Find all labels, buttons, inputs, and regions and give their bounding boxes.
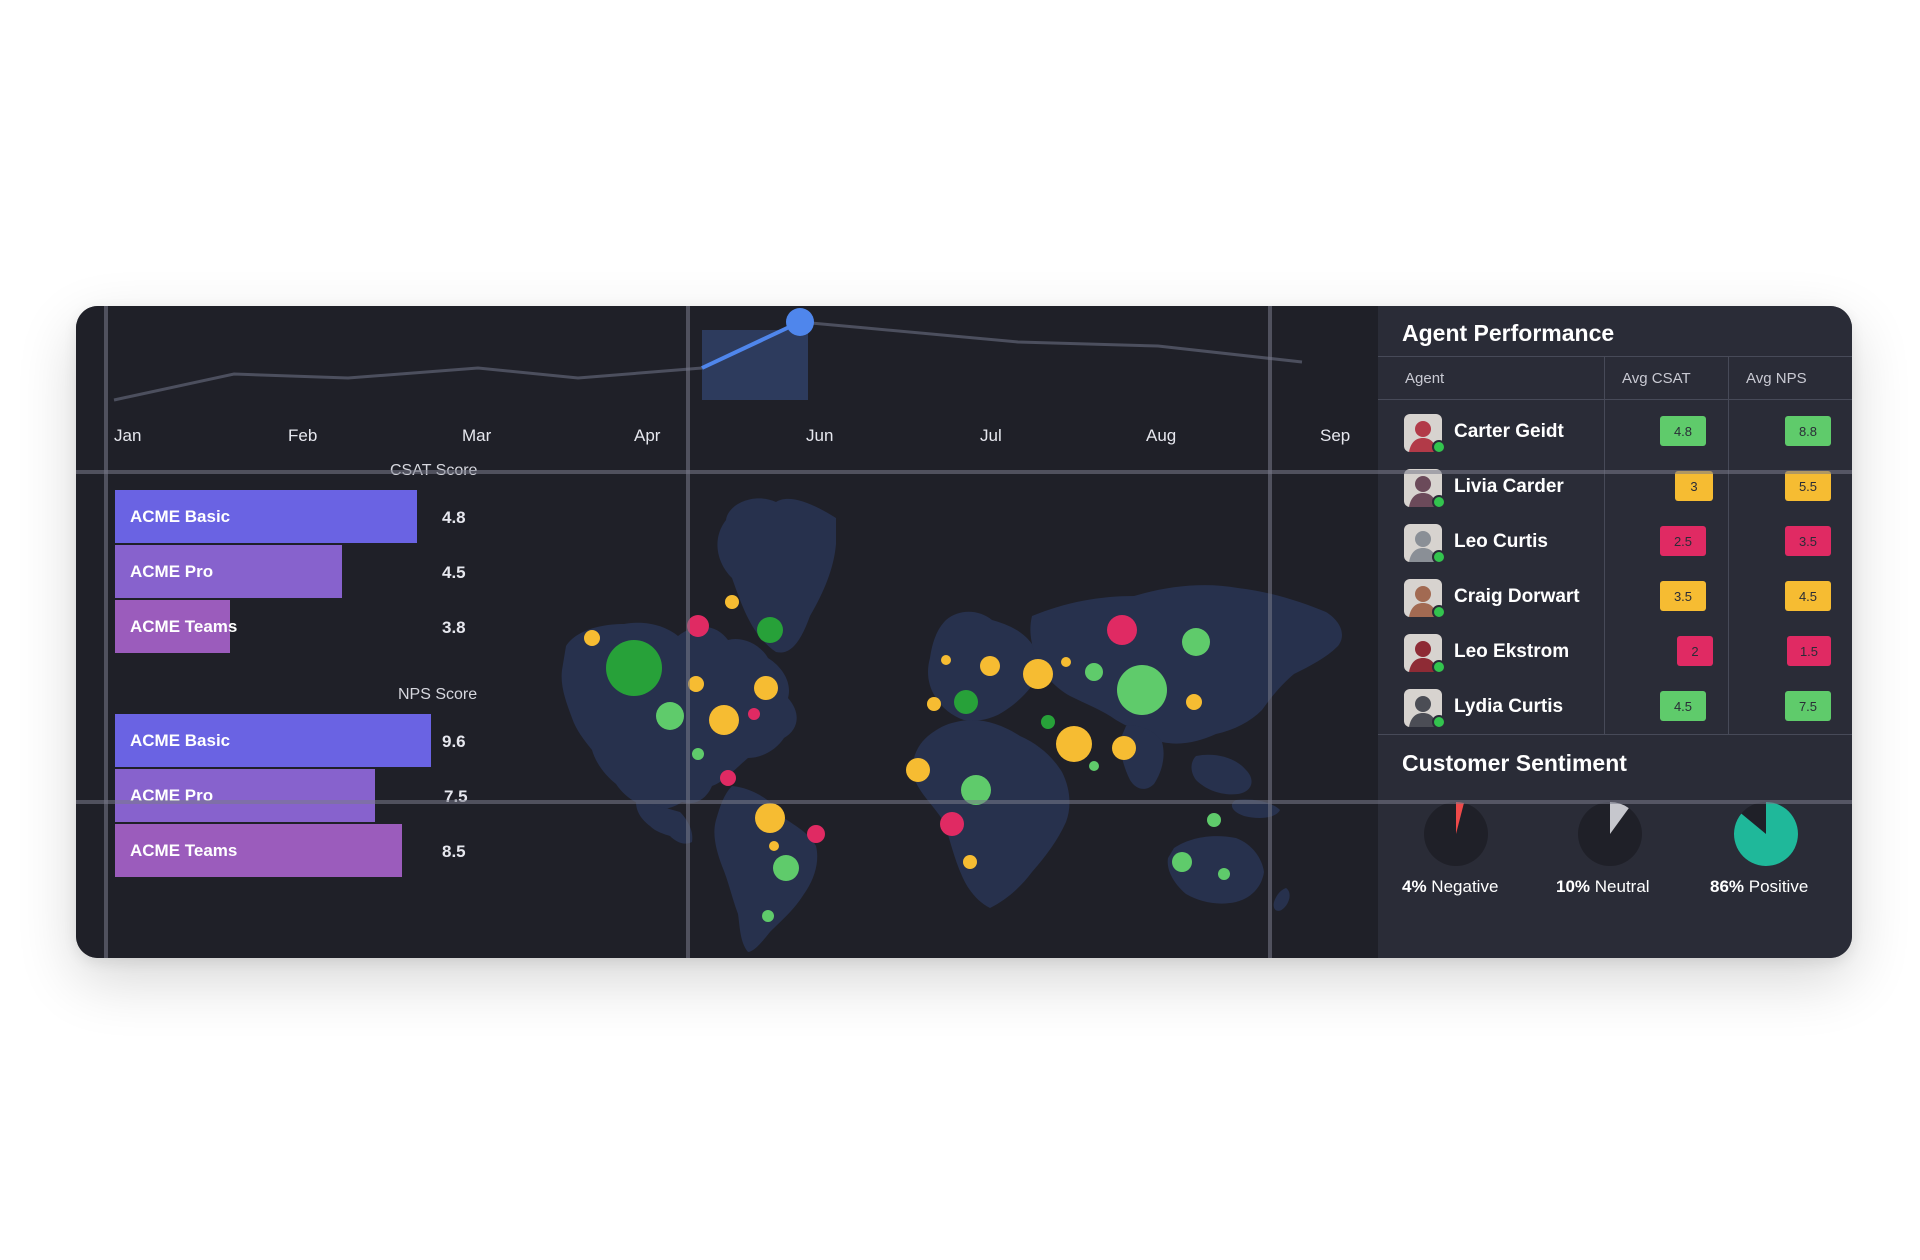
grid-line-vertical [1268, 306, 1272, 958]
nps-bar-acme-basic: ACME Basic [115, 714, 431, 767]
agent-row[interactable]: Carter Geidt 4.8 8.8 [1378, 406, 1852, 461]
avg-nps-badge: 3.5 [1785, 526, 1831, 556]
sentiment-percent: 10% [1556, 877, 1591, 896]
agent-row[interactable]: Leo Ekstrom 2 1.5 [1378, 626, 1852, 681]
agent-name: Lydia Curtis [1454, 696, 1564, 717]
csat-bar-acme-teams: ACME Teams [115, 600, 237, 653]
nps-value-acme-pro: 7.5 [444, 787, 468, 806]
column-header-avg-nps[interactable]: Avg NPS [1746, 370, 1807, 387]
month-label-apr: Apr [634, 426, 661, 445]
csat-bar-acme-basic: ACME Basic [115, 490, 417, 543]
nps-chart-title: NPS Score [398, 686, 478, 703]
online-status-icon [1432, 660, 1446, 674]
sentiment-pie-negative [1424, 802, 1488, 866]
online-status-icon [1432, 495, 1446, 509]
sentiment-label-neutral: 10% Neutral [1556, 877, 1650, 896]
sentiment-label-positive: 86% Positive [1710, 877, 1809, 896]
month-label-jun: Jun [806, 426, 834, 445]
column-header-agent[interactable]: Agent [1405, 370, 1444, 387]
month-label-aug: Aug [1146, 426, 1177, 445]
csat-value-acme-teams: 3.8 [442, 618, 466, 637]
grid-line-vertical [104, 306, 108, 958]
avg-nps-badge: 8.8 [1785, 416, 1831, 446]
sentiment-percent: 86% [1710, 877, 1745, 896]
grid-line-vertical [686, 306, 690, 958]
avg-nps-badge: 4.5 [1785, 581, 1831, 611]
agent-name: Livia Carder [1454, 476, 1564, 497]
avg-csat-badge: 2.5 [1660, 526, 1706, 556]
month-label-mar: Mar [462, 426, 492, 445]
dashboard-card: Jan Feb Mar Apr Jun Jul Aug Sep CSAT Sco… [76, 306, 1852, 958]
sentiment-pie-neutral [1578, 802, 1642, 866]
agent-name: Leo Ekstrom [1454, 641, 1570, 662]
avg-nps-badge: 7.5 [1785, 691, 1831, 721]
grid-line-horizontal [76, 800, 1852, 804]
avg-csat-badge: 2 [1677, 636, 1713, 666]
nps-bar-acme-pro: ACME Pro [115, 769, 375, 822]
sentiment-percent: 4% [1402, 877, 1427, 896]
analytics-panel: Jan Feb Mar Apr Jun Jul Aug Sep CSAT Sco… [76, 306, 1378, 958]
avg-csat-badge: 3 [1675, 471, 1713, 501]
table-top-border [1378, 356, 1852, 357]
nps-bar-acme-teams: ACME Teams [115, 824, 402, 877]
sentiment-pie-positive [1733, 802, 1798, 866]
agent-name: Craig Dorwart [1454, 586, 1580, 607]
month-label-jul: Jul [980, 426, 1002, 445]
month-label-sep: Sep [1320, 426, 1351, 445]
agent-name: Leo Curtis [1454, 531, 1548, 552]
agent-name: Carter Geidt [1454, 421, 1564, 442]
nps-value-acme-teams: 8.5 [442, 842, 466, 861]
csat-bar-acme-pro: ACME Pro [115, 545, 342, 598]
sentiment-label-negative: 4% Negative [1402, 877, 1499, 896]
column-header-avg-csat[interactable]: Avg CSAT [1622, 370, 1691, 387]
month-label-jan: Jan [114, 426, 142, 445]
agent-row[interactable]: Craig Dorwart 3.5 4.5 [1378, 571, 1852, 626]
agent-row[interactable]: Lydia Curtis 4.5 7.5 [1378, 681, 1852, 736]
month-label-feb: Feb [288, 426, 318, 445]
online-status-icon [1432, 605, 1446, 619]
csat-value-acme-basic: 4.8 [442, 508, 466, 527]
grid-line-horizontal [76, 470, 1852, 474]
customer-sentiment-title: Customer Sentiment [1402, 750, 1627, 776]
online-status-icon [1432, 715, 1446, 729]
avg-nps-badge: 1.5 [1787, 636, 1831, 666]
table-header-border [1378, 399, 1852, 400]
nps-value-acme-basic: 9.6 [442, 732, 466, 751]
avg-csat-badge: 4.5 [1660, 691, 1706, 721]
avg-csat-badge: 4.8 [1660, 416, 1706, 446]
online-status-icon [1432, 440, 1446, 454]
agent-sidebar: Agent Performance Agent Avg CSAT Avg NPS… [1378, 306, 1852, 958]
agent-row[interactable]: Leo Curtis 2.5 3.5 [1378, 516, 1852, 571]
agent-performance-title: Agent Performance [1402, 320, 1615, 346]
csat-value-acme-pro: 4.5 [442, 563, 466, 582]
online-status-icon [1432, 550, 1446, 564]
avg-nps-badge: 5.5 [1785, 471, 1831, 501]
avg-csat-badge: 3.5 [1660, 581, 1706, 611]
